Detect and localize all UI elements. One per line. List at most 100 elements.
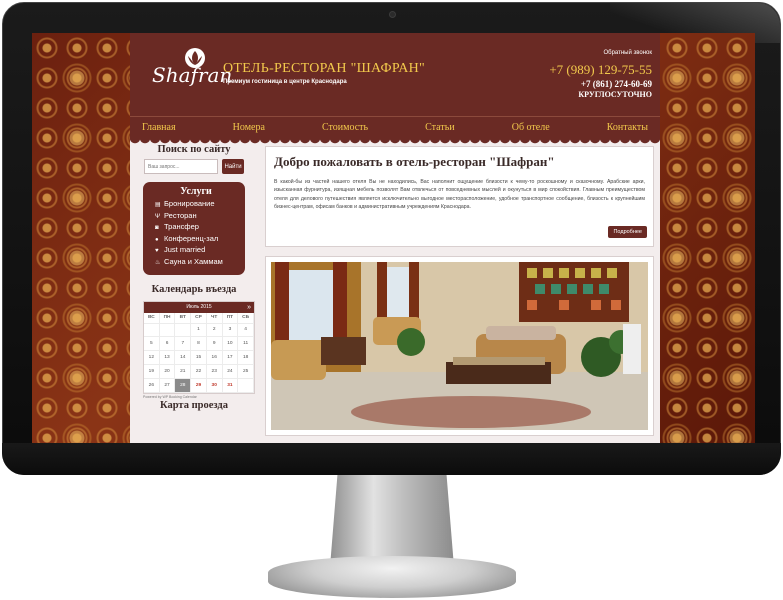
calendar-weekday: СР: [191, 312, 207, 324]
website: Shafran ОТЕЛЬ-РЕСТОРАН "ШАФРАН" Премиум …: [130, 33, 660, 446]
calendar-empty-cell: [238, 378, 254, 393]
phone-primary: +7 (989) 129-75-55: [549, 62, 652, 77]
calendar-title: Календарь въезда: [151, 283, 237, 295]
nav-item-prices[interactable]: Стоимость: [322, 122, 368, 133]
service-label: Бронирование: [164, 199, 215, 208]
calendar-day[interactable]: 27: [159, 378, 176, 393]
calendar-header: Июль 2015 »: [144, 301, 254, 313]
services-box: Услуги ▤ Бронирование Ψ Ресторан ◙ Трансфер…: [143, 182, 245, 275]
calendar-day[interactable]: 3: [222, 323, 239, 338]
calendar-day[interactable]: 8: [191, 337, 207, 352]
heart-icon: ♥: [155, 248, 159, 255]
site-header: Shafran ОТЕЛЬ-РЕСТОРАН "ШАФРАН" Премиум …: [130, 33, 660, 116]
welcome-text: В какой-бы из частей нашего отеля Вы не …: [274, 179, 645, 211]
service-restaurant[interactable]: Ψ Ресторан: [155, 211, 237, 223]
search-button[interactable]: Найти: [222, 159, 244, 174]
flame-icon: ♨: [155, 259, 161, 266]
nav-item-home[interactable]: Главная: [142, 122, 176, 133]
hotel-tagline: Премиум гостиница в центре Краснодара: [223, 79, 347, 85]
book-icon: ▤: [155, 202, 161, 208]
calendar-day[interactable]: 18: [238, 351, 254, 365]
service-booking[interactable]: ▤ Бронирование: [155, 199, 237, 211]
monitor-stand-neck: [330, 475, 454, 567]
calendar-day[interactable]: 19: [144, 364, 160, 379]
calendar-empty-cell: [159, 323, 176, 338]
service-label: Сауна и Хаммам: [164, 256, 223, 266]
monitor-stand-base: [268, 556, 516, 598]
nav-item-contacts[interactable]: Контакты: [607, 122, 648, 133]
search-title: Поиск по сайту: [157, 144, 231, 155]
calendar-day[interactable]: 25: [238, 364, 254, 379]
calendar-day[interactable]: 21: [175, 364, 192, 379]
calendar-empty-cell: [175, 323, 192, 338]
calendar-day[interactable]: 30: [206, 378, 223, 393]
welcome-card: Добро пожаловать в отель-ресторан "Шафра…: [265, 146, 654, 247]
service-label: Трансфер: [164, 222, 199, 232]
calendar-day[interactable]: 13: [159, 351, 176, 365]
calendar-day[interactable]: 1: [191, 323, 207, 338]
service-label: Just married: [164, 245, 206, 255]
calendar-day[interactable]: 4: [238, 323, 254, 338]
calendar-day[interactable]: 11: [238, 337, 254, 352]
nav-item-rooms[interactable]: Номера: [233, 122, 265, 133]
search-input[interactable]: [144, 159, 218, 174]
welcome-title: Добро пожаловать в отель-ресторан "Шафра…: [274, 154, 555, 169]
fork-knife-icon: Ψ: [155, 213, 161, 220]
calendar-day[interactable]: 7: [175, 337, 192, 352]
calendar-day[interactable]: 24: [222, 364, 239, 379]
calendar-day[interactable]: 17: [222, 351, 239, 365]
logo-text[interactable]: Shafran: [152, 63, 232, 87]
map-title: Карта проезда: [160, 399, 228, 411]
phone-secondary: +7 (861) 274-60-69: [580, 79, 652, 89]
calendar-day[interactable]: 23: [206, 364, 223, 379]
calendar-day[interactable]: 6: [159, 337, 176, 352]
main-nav: Главная Номера Стоимость Статьи Об отеле…: [130, 116, 660, 138]
working-hours: КРУГЛОСУТОЧНО: [578, 90, 652, 99]
service-conference[interactable]: ● Конференц-зал: [155, 234, 237, 246]
calendar-day[interactable]: 20: [159, 364, 176, 379]
calendar-day[interactable]: 16: [206, 351, 223, 365]
calendar-day[interactable]: 9: [206, 337, 223, 352]
calendar-weekday: ВС: [144, 312, 160, 324]
next-month-icon[interactable]: »: [247, 302, 251, 313]
calendar-day[interactable]: 26: [144, 378, 160, 393]
sidebar: Поиск по сайту Найти Услуги ▤Бронировани…: [130, 144, 258, 411]
calendar-day[interactable]: 2: [206, 323, 223, 338]
service-label: Ресторан: [164, 210, 197, 220]
lobby-illustration: [271, 262, 648, 430]
calendar-grid: ВС ПН ВТ СР ЧТ ПТ СБ 1 2 3 4 5 6 7 8 9 10 11 12 13 14 15 16 17 1…: [144, 312, 254, 393]
calendar-day[interactable]: 31: [222, 378, 239, 393]
calendar-day[interactable]: 15: [191, 351, 207, 365]
calendar-day[interactable]: 12: [144, 351, 160, 365]
service-sauna[interactable]: ♨ Сауна и Хаммам: [155, 257, 237, 269]
calendar-day[interactable]: 29: [191, 378, 207, 393]
lobby-photo-frame: [265, 256, 654, 436]
calendar-weekday: ВТ: [175, 312, 192, 324]
group-icon: ●: [155, 236, 159, 243]
nav-item-articles[interactable]: Статьи: [425, 122, 455, 133]
webcam-icon: [389, 11, 396, 18]
service-label: Конференц-зал: [164, 233, 219, 243]
service-just-married[interactable]: ♥ Just married: [155, 245, 237, 257]
service-transfer[interactable]: ◙ Трансфер: [155, 222, 237, 234]
search-form: Найти: [130, 155, 258, 178]
calendar-day[interactable]: 10: [222, 337, 239, 352]
callback-link[interactable]: Обратный звонок: [603, 50, 652, 56]
services-title: Услуги: [180, 186, 212, 197]
screen: Shafran ОТЕЛЬ-РЕСТОРАН "ШАФРАН" Премиум …: [32, 33, 755, 446]
more-button[interactable]: Подробнее: [608, 226, 647, 238]
calendar-powered-by[interactable]: Powered by WP Booking Calendar: [143, 395, 258, 399]
calendar-weekday: ПТ: [222, 312, 239, 324]
hotel-name: ОТЕЛЬ-РЕСТОРАН "ШАФРАН": [223, 61, 426, 76]
booking-calendar: Июль 2015 » ВС ПН ВТ СР ЧТ ПТ СБ 1 2 3 4 5 6 7 8 9 10 11 1…: [143, 300, 255, 394]
calendar-day[interactable]: 14: [175, 351, 192, 365]
monitor-chin: [2, 443, 781, 475]
calendar-day[interactable]: 22: [191, 364, 207, 379]
calendar-day[interactable]: 5: [144, 337, 160, 352]
nav-item-about[interactable]: Об отеле: [512, 122, 550, 133]
calendar-weekday: ЧТ: [206, 312, 223, 324]
monitor-frame: Shafran ОТЕЛЬ-РЕСТОРАН "ШАФРАН" Премиум …: [2, 2, 781, 475]
calendar-month: Июль 2015: [186, 303, 212, 310]
calendar-weekday: ПН: [159, 312, 176, 324]
calendar-day[interactable]: 28: [175, 378, 192, 393]
